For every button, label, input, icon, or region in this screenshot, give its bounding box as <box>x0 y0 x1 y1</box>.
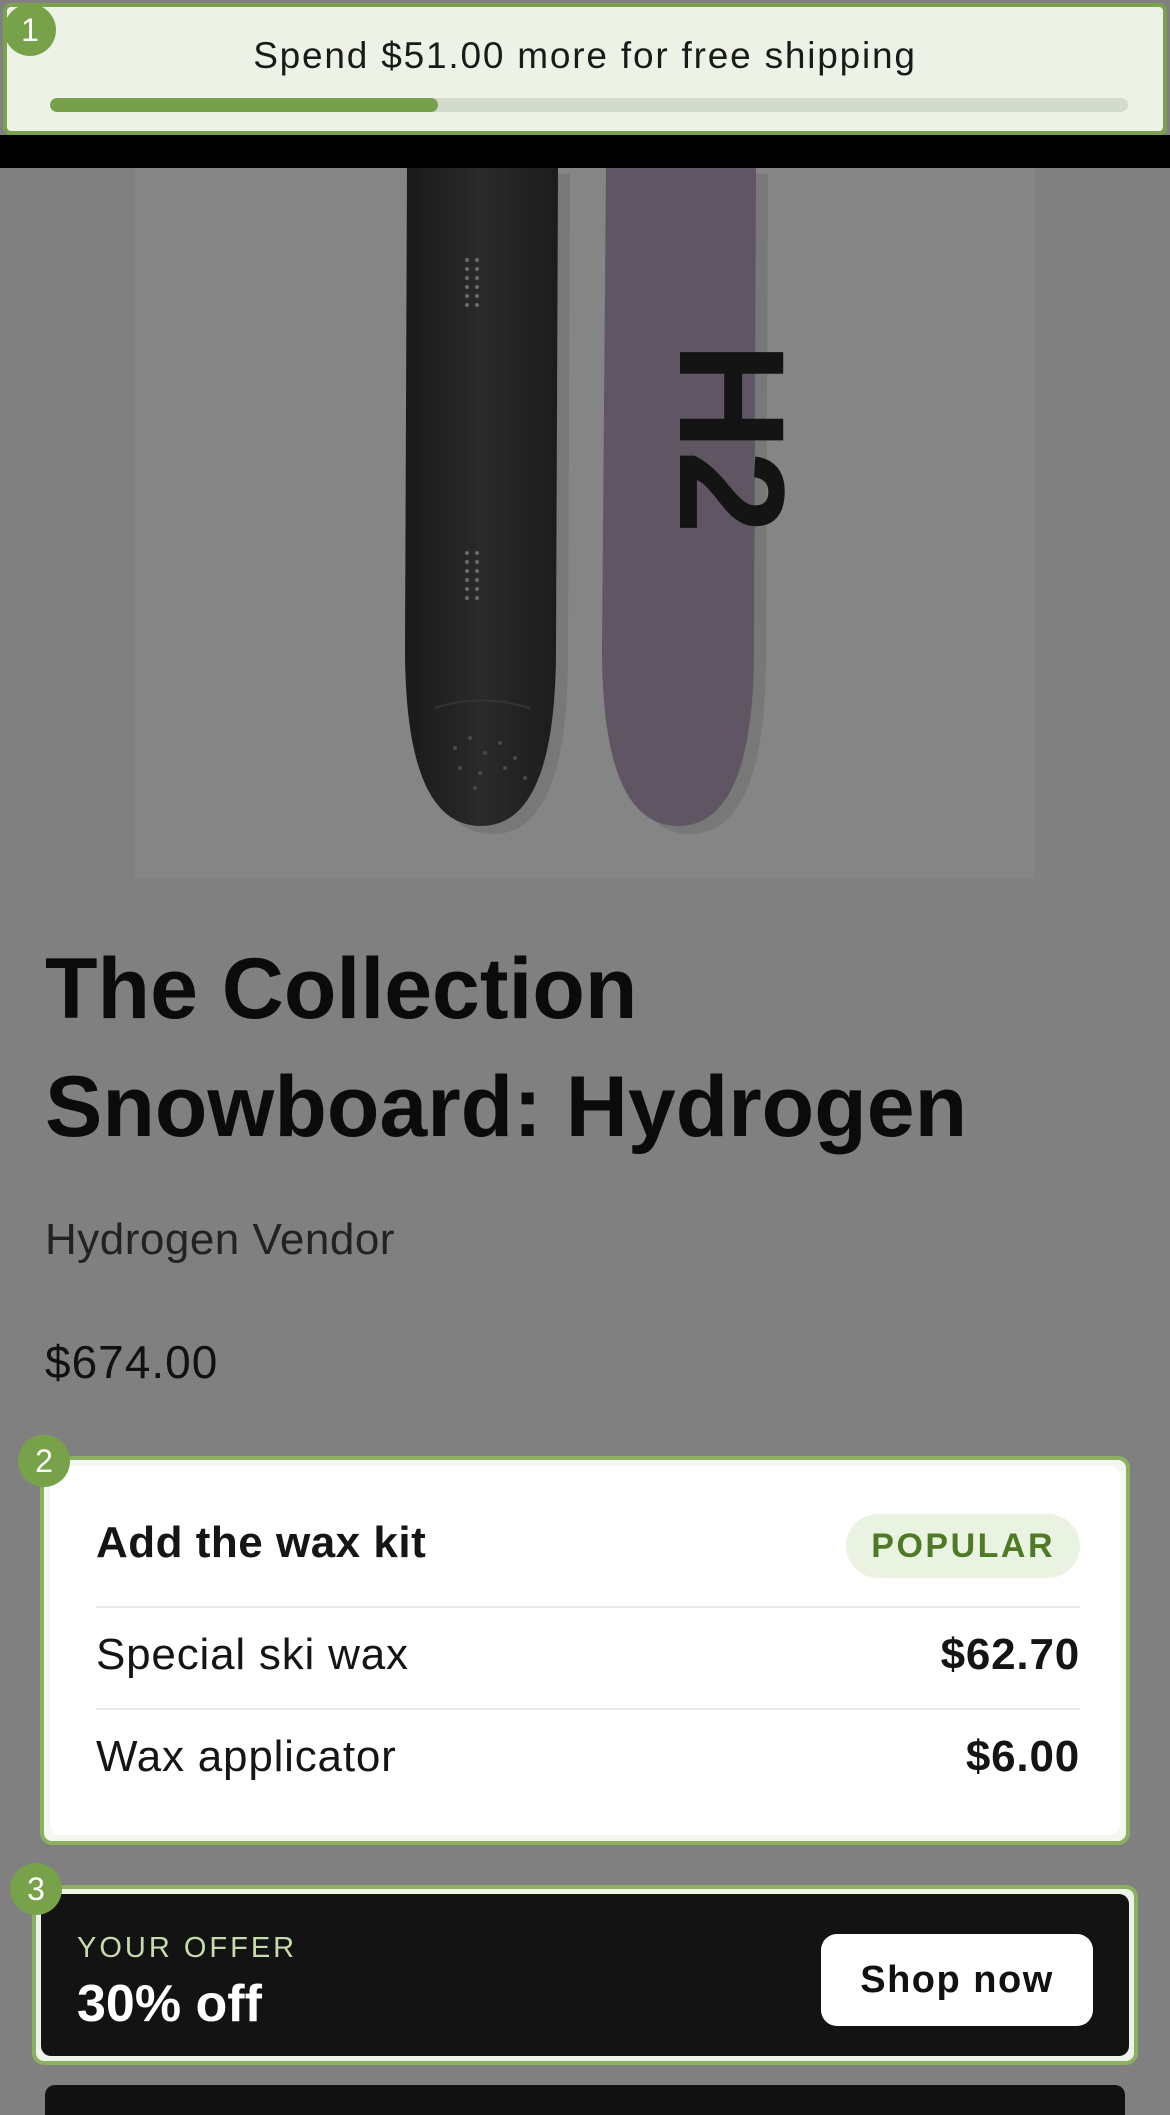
annotation-badge-3: 3 <box>10 1863 62 1915</box>
board-graphic-text: H2 <box>648 342 816 534</box>
wax-kit-item-price: $62.70 <box>940 1630 1080 1679</box>
header-band <box>0 135 1170 168</box>
wax-kit-title: Add the wax kit <box>96 1518 427 1567</box>
wax-kit-card[interactable]: Add the wax kit POPULAR Special ski wax … <box>50 1466 1120 1835</box>
offer-kicker: YOUR OFFER <box>77 1932 298 1964</box>
popular-badge: POPULAR <box>846 1514 1080 1578</box>
product-vendor: Hydrogen Vendor <box>45 1215 395 1264</box>
product-image: H2 <box>135 168 1035 878</box>
free-shipping-progress-fill <box>50 98 439 112</box>
product-price: $674.00 <box>45 1336 219 1388</box>
annotation-badge-2: 2 <box>18 1435 70 1487</box>
wax-kit-item-price: $6.00 <box>965 1732 1080 1781</box>
wax-kit-item: Special ski wax $62.70 <box>96 1630 1080 1680</box>
free-shipping-banner: Spend $51.00 more for free shipping <box>3 3 1167 135</box>
product-title: The Collection Snowboard: Hydrogen <box>45 941 968 1155</box>
offer-card: YOUR OFFER 30% off Shop now <box>41 1894 1129 2056</box>
divider <box>96 1708 1080 1710</box>
annotation-badge-1: 1 <box>4 4 56 56</box>
free-shipping-progress-bar <box>50 98 1128 112</box>
snowboard-image: H2 <box>405 168 816 834</box>
wax-kit-item: Wax applicator $6.00 <box>96 1732 1080 1782</box>
offer-banner: YOUR OFFER 30% off Shop now <box>32 1885 1138 2065</box>
shop-now-button[interactable]: Shop now <box>821 1934 1093 2026</box>
dark-snowboard <box>405 168 558 826</box>
free-shipping-message: Spend $51.00 more for free shipping <box>253 35 917 76</box>
wax-kit-upsell[interactable]: Add the wax kit POPULAR Special ski wax … <box>40 1456 1130 1845</box>
wax-kit-item-name: Special ski wax <box>96 1630 409 1679</box>
offer-headline: 30% off <box>77 1975 262 2033</box>
bottom-bar <box>45 2085 1125 2115</box>
divider <box>96 1606 1080 1608</box>
wax-kit-item-name: Wax applicator <box>96 1732 397 1781</box>
